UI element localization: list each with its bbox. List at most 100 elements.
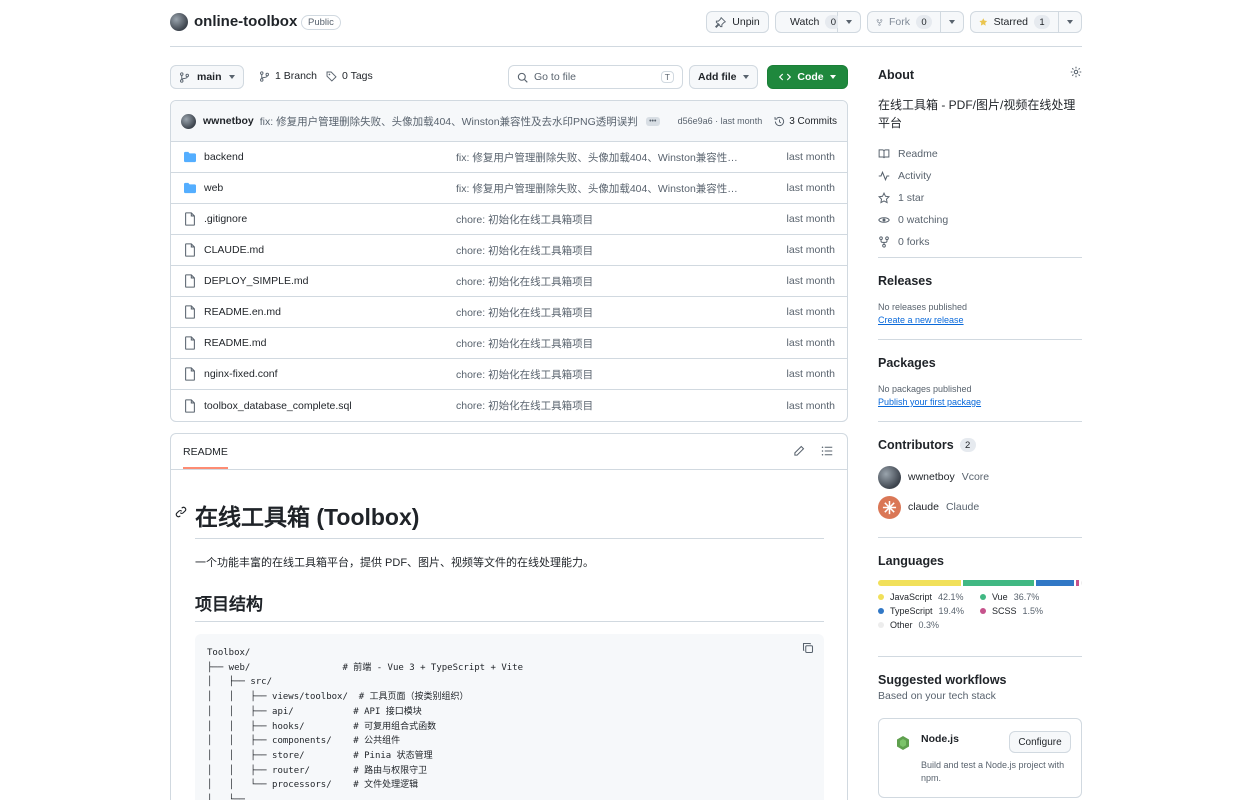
fork-dropdown[interactable] — [941, 11, 964, 33]
commits-link[interactable]: 3 Commits — [774, 116, 837, 127]
file-name[interactable]: README.en.md — [204, 306, 456, 318]
configure-button[interactable]: Configure — [1009, 731, 1071, 753]
language-item[interactable]: TypeScript 19.4% — [878, 606, 980, 616]
about-link-label: 0 watching — [898, 214, 949, 226]
book-icon — [878, 149, 890, 159]
go-to-file-input[interactable]: Go to file T — [508, 65, 683, 89]
commit-meta[interactable]: d56e9a6 · last month — [678, 116, 763, 126]
contributor-login[interactable]: wwnetboy — [908, 471, 955, 483]
chevron-down-icon — [949, 20, 955, 24]
file-commit-message[interactable]: chore: 初始化在线工具箱项目 — [456, 212, 746, 227]
file-commit-message[interactable]: chore: 初始化在线工具箱项目 — [456, 305, 746, 320]
watch-dropdown[interactable] — [838, 11, 861, 33]
avatar[interactable] — [878, 495, 901, 519]
file-commit-message[interactable]: chore: 初始化在线工具箱项目 — [456, 243, 746, 258]
contributor-login[interactable]: claude — [908, 501, 939, 513]
file-commit-message[interactable]: chore: 初始化在线工具箱项目 — [456, 336, 746, 351]
contributors-header: Contributors 2 — [878, 438, 1082, 452]
file-name[interactable]: nginx-fixed.conf — [204, 368, 456, 380]
unpin-button[interactable]: Unpin — [706, 11, 769, 33]
packages-heading[interactable]: Packages — [878, 356, 1082, 370]
language-bar-segment — [1036, 580, 1075, 586]
tab-readme[interactable]: README — [183, 446, 228, 469]
gear-icon[interactable] — [1070, 66, 1082, 78]
file-name[interactable]: DEPLOY_SIMPLE.md — [204, 275, 456, 287]
language-bar-segment — [962, 580, 1035, 586]
add-file-button[interactable]: Add file — [689, 65, 758, 89]
about-heading: About — [878, 68, 915, 82]
file-commit-message[interactable]: fix: 修复用户管理删除失败、头像加载404、Winston兼容性及去水印PN… — [456, 181, 746, 196]
create-release-link[interactable]: Create a new release — [878, 315, 1082, 325]
file-name[interactable]: .gitignore — [204, 213, 456, 225]
add-file-label: Add file — [698, 71, 737, 83]
language-item[interactable]: Other 0.3% — [878, 620, 980, 630]
file-row[interactable]: README.md chore: 初始化在线工具箱项目 last month — [171, 328, 847, 359]
about-links: Readme Activity 1 star 0 watching 0 forks — [878, 143, 1082, 253]
commit-message[interactable]: fix: 修复用户管理删除失败、头像加载404、Winston兼容性及去水印PN… — [260, 114, 638, 129]
contributors-list: wwnetboy Vcore claude Claude — [878, 462, 1082, 522]
file-row[interactable]: webfix: 修复用户管理删除失败、头像加载404、Winston兼容性及去水… — [171, 173, 847, 204]
file-commit-message[interactable]: chore: 初始化在线工具箱项目 — [456, 398, 746, 413]
file-row[interactable]: CLAUDE.md chore: 初始化在线工具箱项目 last month — [171, 235, 847, 266]
language-item[interactable]: SCSS 1.5% — [980, 606, 1080, 616]
language-item[interactable]: Vue 36.7% — [980, 592, 1080, 602]
about-link-0-forks[interactable]: 0 forks — [878, 231, 1082, 253]
file-commit-message[interactable]: chore: 初始化在线工具箱项目 — [456, 274, 746, 289]
about-link-label: Readme — [898, 148, 938, 160]
packages-section: Packages No packages published Publish y… — [878, 339, 1082, 407]
file-row[interactable]: .gitignore chore: 初始化在线工具箱项目 last month — [171, 204, 847, 235]
tags-link[interactable]: 0 Tags — [326, 70, 373, 82]
file-row[interactable]: toolbox_database_complete.sql chore: 初始化在… — [171, 390, 847, 421]
file-name[interactable]: backend — [204, 151, 456, 163]
language-item[interactable]: JavaScript 42.1% — [878, 592, 980, 602]
file-row[interactable]: README.en.md chore: 初始化在线工具箱项目 last month — [171, 297, 847, 328]
list-icon[interactable] — [821, 445, 833, 457]
releases-heading[interactable]: Releases — [878, 274, 1082, 288]
about-link-readme[interactable]: Readme — [878, 143, 1082, 165]
publish-package-link[interactable]: Publish your first package — [878, 397, 1082, 407]
repo-actions: Unpin Watch 0 Fork 0 Starred 1 — [706, 11, 1082, 33]
fork-button[interactable]: Fork 0 — [867, 11, 941, 33]
copy-icon[interactable] — [802, 642, 814, 654]
contributors-heading[interactable]: Contributors — [878, 438, 954, 452]
file-row[interactable]: DEPLOY_SIMPLE.md chore: 初始化在线工具箱项目 last mo… — [171, 266, 847, 297]
commit-author[interactable]: wwnetboy — [203, 115, 254, 127]
branches-link[interactable]: 1 Branch — [259, 70, 317, 82]
file-name[interactable]: web — [204, 182, 456, 194]
file-commit-message[interactable]: chore: 初始化在线工具箱项目 — [456, 367, 746, 382]
watch-button[interactable]: Watch 0 — [775, 11, 842, 33]
about-link-1-star[interactable]: 1 star — [878, 187, 1082, 209]
branch-select-button[interactable]: main — [170, 65, 244, 89]
contributor-item[interactable]: claude Claude — [878, 492, 1082, 522]
about-link-0-watching[interactable]: 0 watching — [878, 209, 1082, 231]
pin-icon — [715, 16, 727, 28]
watch-group: Watch 0 — [775, 11, 861, 33]
file-name[interactable]: README.md — [204, 337, 456, 349]
file-row[interactable]: nginx-fixed.conf chore: 初始化在线工具箱项目 last mo… — [171, 359, 847, 390]
file-name[interactable]: toolbox_database_complete.sql — [204, 400, 456, 412]
language-dot — [980, 594, 986, 600]
readme-title-text: 在线工具箱 (Toolbox) — [195, 504, 420, 530]
languages-section: Languages JavaScript 42.1% Vue 36.7% TypeScr… — [878, 537, 1082, 630]
owner-avatar[interactable] — [170, 13, 188, 31]
about-link-label: 1 star — [898, 192, 925, 204]
contributor-item[interactable]: wwnetboy Vcore — [878, 462, 1082, 492]
readme-panel: README 在线工具箱 (Toolbox) 一个功能丰富的在线工具箱平台，提供… — [170, 433, 848, 800]
shortcut-key: T — [660, 71, 674, 83]
pencil-icon[interactable] — [793, 445, 805, 457]
ellipsis-icon[interactable]: ••• — [645, 116, 660, 126]
star-dropdown[interactable] — [1059, 11, 1082, 33]
link-icon[interactable] — [175, 506, 187, 518]
file-row[interactable]: backend fix: 修复用户管理删除失败、头像加载404、Winston兼容… — [171, 142, 847, 173]
file-name[interactable]: CLAUDE.md — [204, 244, 456, 256]
about-link-activity[interactable]: Activity — [878, 165, 1082, 187]
file-commit-message[interactable]: fix: 修复用户管理删除失败、头像加载404、Winston兼容性及去水印PN… — [456, 150, 746, 165]
avatar[interactable] — [878, 465, 901, 489]
file-icon — [183, 367, 197, 381]
repo-name[interactable]: online-toolbox — [194, 13, 297, 30]
readme-header: README — [171, 434, 847, 470]
avatar[interactable] — [181, 113, 196, 129]
starred-button[interactable]: Starred 1 — [970, 11, 1059, 33]
code-button[interactable]: Code — [767, 65, 848, 89]
readme-content: 在线工具箱 (Toolbox) 一个功能丰富的在线工具箱平台，提供 PDF、图片… — [175, 470, 824, 800]
